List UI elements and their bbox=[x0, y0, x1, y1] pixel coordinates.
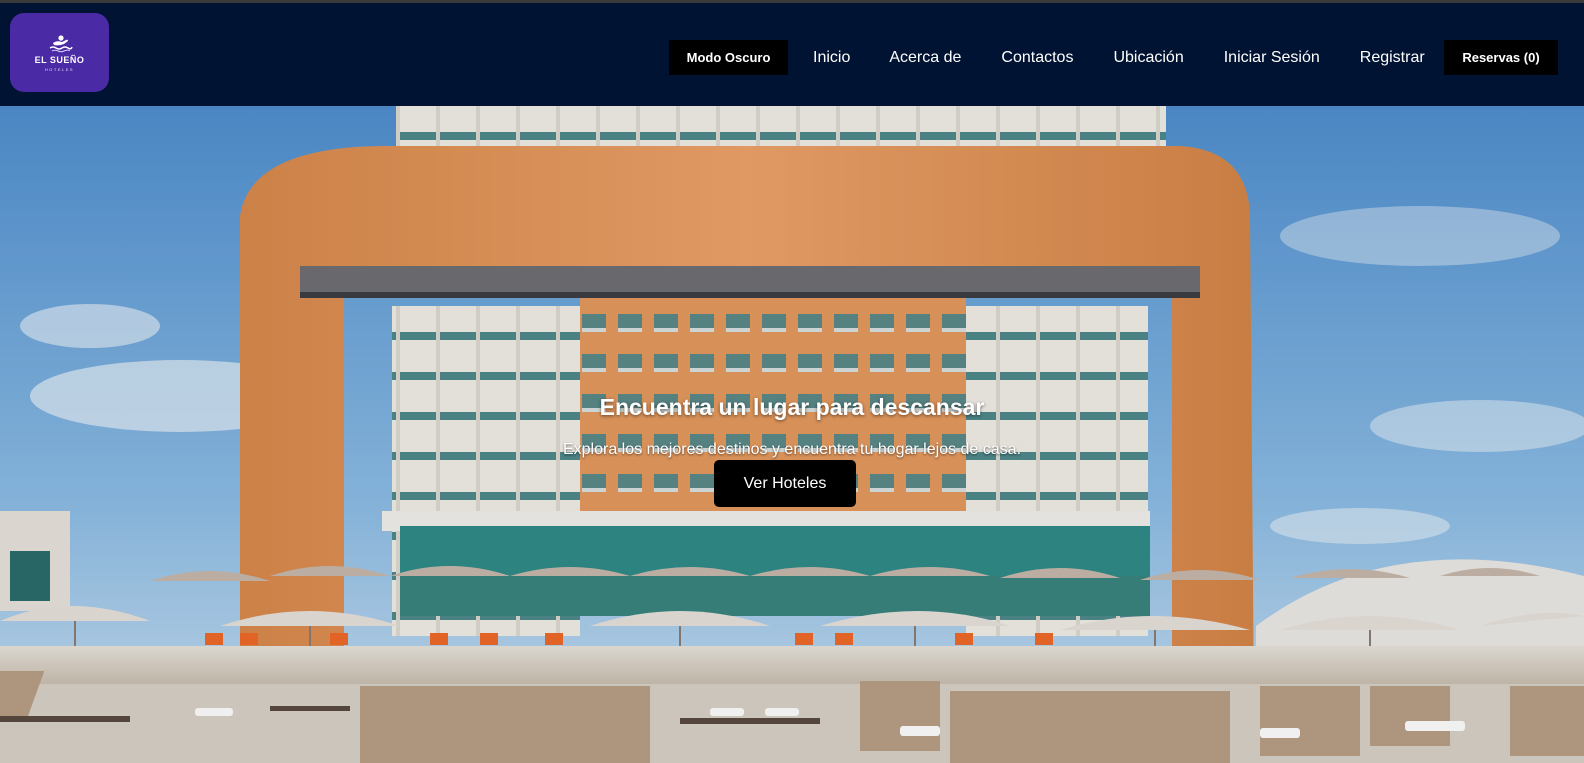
brand-name: EL SUEÑO bbox=[34, 54, 85, 65]
hero-title: Encuentra un lugar para descansar bbox=[599, 394, 985, 420]
view-hotels-button[interactable]: Ver Hoteles bbox=[714, 460, 856, 507]
brand-logo[interactable]: EL SUEÑO HOTELES bbox=[10, 13, 109, 92]
hero-content: Encuentra un lugar para descansar Explor… bbox=[0, 106, 1584, 763]
hero-section: Encuentra un lugar para descansar Explor… bbox=[0, 106, 1584, 763]
hero-subtitle: Explora los mejores destinos y encuentra… bbox=[562, 441, 1022, 458]
nav-link-ubicacion[interactable]: Ubicación bbox=[1113, 49, 1183, 67]
reservations-button[interactable]: Reservas (0) bbox=[1444, 40, 1558, 75]
swimmer-icon bbox=[49, 34, 73, 52]
nav-link-acerca[interactable]: Acerca de bbox=[889, 49, 961, 67]
nav-link-registrar[interactable]: Registrar bbox=[1360, 49, 1425, 67]
nav-link-contactos[interactable]: Contactos bbox=[1001, 49, 1073, 67]
brand-subtitle: HOTELES bbox=[44, 66, 75, 72]
nav-link-inicio[interactable]: Inicio bbox=[813, 49, 850, 67]
nav-link-iniciar-sesion[interactable]: Iniciar Sesión bbox=[1224, 49, 1320, 67]
navbar: EL SUEÑO HOTELES Modo Oscuro Inicio Acer… bbox=[0, 3, 1584, 106]
dark-mode-button[interactable]: Modo Oscuro bbox=[669, 40, 788, 75]
main-nav: Modo Oscuro Inicio Acerca de Contactos U… bbox=[669, 40, 1558, 75]
